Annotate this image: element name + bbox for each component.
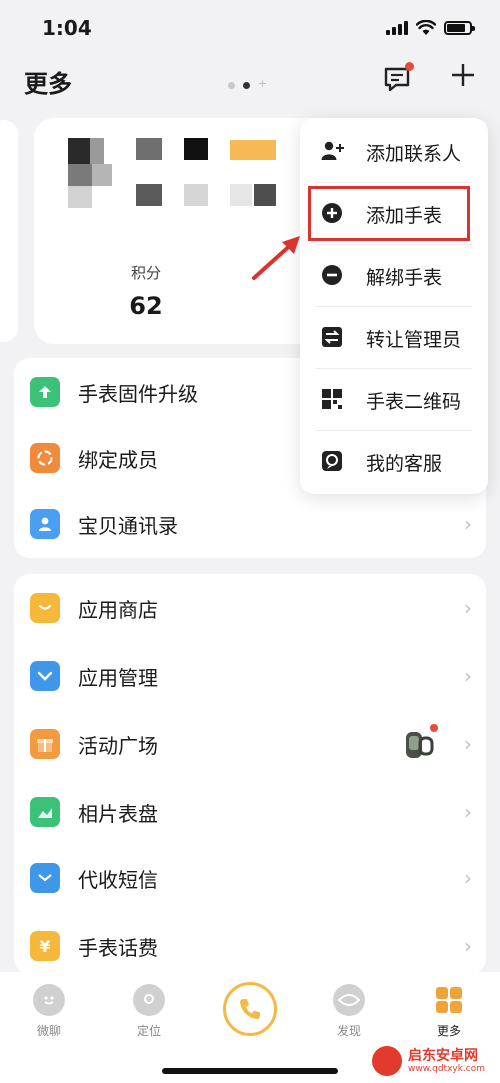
tab-label: 定位 [136,1024,161,1038]
chevron-right-icon: › [464,596,472,620]
chevron-right-icon: › [464,934,472,958]
status-bar: 1:04 [0,0,500,56]
page-dot [228,81,235,89]
add-contact-icon [321,141,344,160]
location-pin-icon [133,984,165,1016]
page-indicator: + [228,77,268,90]
list-item-app-store[interactable]: 应用商店 › [14,578,486,638]
home-indicator [162,1068,338,1074]
list-item-label: 手表固件升级 [78,382,198,406]
tab-location[interactable]: 定位 [114,984,184,1039]
list-item-label: 宝贝通讯录 [78,514,178,538]
score-value: 62 [129,292,163,320]
phone-icon [240,999,260,1019]
list-item-sms[interactable]: 代收短信 › [14,848,486,908]
tab-chat[interactable]: 微聊 [14,984,84,1039]
list-item-label: 绑定成员 [78,448,158,472]
watermark-url: www.qdtxyk.com [408,1064,486,1074]
watermark-title: 启东安卓网 [408,1048,478,1064]
list-item-activity[interactable]: 活动广场 › [14,714,486,774]
qrcode-icon [322,389,342,409]
arrow-annotation-icon [252,236,300,280]
chevron-right-icon: › [464,800,472,824]
transfer-icon [322,327,342,347]
list-item-label: 相片表盘 [78,802,158,826]
plus-popup-menu: 添加联系人 添加手表 解绑手表 转让管理员 手表二维码 我的客服 [300,118,488,494]
tab-more[interactable]: 更多 [414,984,484,1039]
call-button[interactable] [223,982,277,1036]
chevron-right-icon: › [464,866,472,890]
tab-label: 微聊 [36,1024,61,1038]
minus-circle-icon [322,265,342,285]
list-item-label: 活动广场 [78,734,158,758]
menu-item-watch-qrcode[interactable]: 手表二维码 [300,368,488,430]
watch-promo-icon [400,724,440,766]
menu-item-label: 解绑手表 [366,267,443,289]
status-icons [386,20,475,36]
menu-item-label: 转让管理员 [366,329,462,351]
plus-menu-button[interactable] [448,62,478,92]
contacts-icon [30,509,60,539]
list-item-app-manage[interactable]: 应用管理 › [14,646,486,706]
app-manage-icon [30,661,60,691]
grid-icon [433,984,465,1016]
menu-item-label: 手表二维码 [366,391,462,413]
chevron-right-icon: › [464,512,472,536]
settings-group-apps: 应用商店 › 应用管理 › 活动广场 › 相片表盘 › 代收短信 › ¥ 手表话… [14,574,486,974]
battery-icon [444,21,475,35]
plus-icon [452,64,474,86]
message-button[interactable] [382,62,414,94]
watermark: 启东安卓网 www.qdtxyk.com [372,1044,496,1080]
previous-card-peek[interactable] [0,120,18,342]
gift-icon [30,729,60,759]
page-dot-active [243,81,250,89]
wifi-icon [416,20,436,35]
chevron-right-icon: › [464,664,472,688]
unread-dot [405,62,414,71]
photo-icon [30,797,60,827]
score-label: 积分 [130,264,161,282]
tab-label: 发现 [336,1024,361,1038]
list-item-contacts[interactable]: 宝贝通讯录 › [14,494,486,554]
watermark-logo-icon [372,1046,402,1076]
bind-member-icon [30,443,60,473]
menu-item-label: 添加联系人 [366,143,462,165]
list-item-label: 手表话费 [78,936,158,960]
menu-item-transfer-admin[interactable]: 转让管理员 [300,306,488,368]
app-store-icon [30,593,60,623]
service-icon [322,451,342,471]
list-item-label: 代收短信 [78,868,158,892]
page-dot-add: + [258,77,268,90]
menu-item-label: 我的客服 [366,453,443,475]
highlight-annotation [308,186,470,241]
menu-item-customer-service[interactable]: 我的客服 [300,430,488,492]
list-item-label: 应用管理 [78,666,158,690]
tab-label: 更多 [436,1024,461,1038]
menu-item-add-contact[interactable]: 添加联系人 [300,120,488,182]
cellular-signal-icon [386,21,408,35]
tab-discover[interactable]: 发现 [314,984,384,1039]
list-item-photo-dial[interactable]: 相片表盘 › [14,782,486,842]
list-item-phone-bill[interactable]: ¥ 手表话费 › [14,916,486,976]
eye-icon [333,984,365,1016]
watch-card[interactable]: 积分 62 [34,118,334,344]
page-title: 更多 [24,70,72,98]
header: 更多 + [0,56,500,106]
chat-face-icon [33,984,65,1016]
yuan-icon: ¥ [30,931,60,961]
list-item-label: 应用商店 [78,598,158,622]
chevron-right-icon: › [464,732,472,756]
status-time: 1:04 [42,16,92,40]
menu-item-unbind-watch[interactable]: 解绑手表 [300,244,488,306]
upgrade-arrow-icon [30,377,60,407]
sms-icon [30,863,60,893]
